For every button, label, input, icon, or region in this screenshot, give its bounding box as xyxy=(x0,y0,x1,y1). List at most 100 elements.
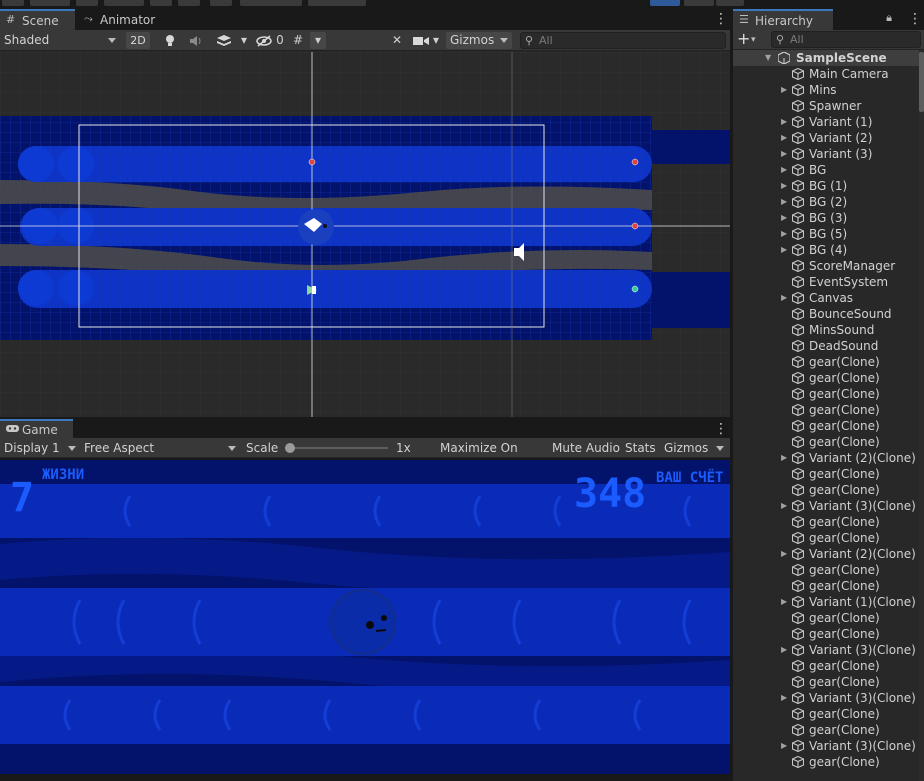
expand-arrow-icon[interactable]: ▶ xyxy=(781,210,791,226)
scene-root-row[interactable]: ▼ SampleScene xyxy=(733,50,919,66)
toolbar-stub[interactable] xyxy=(308,0,366,6)
hierarchy-item[interactable]: gear(Clone) xyxy=(733,722,919,738)
mute-audio-toggle[interactable]: Mute Audio xyxy=(548,438,622,458)
aspect-dropdown[interactable]: Free Aspect xyxy=(80,438,240,458)
shading-mode-dropdown[interactable]: Shaded xyxy=(0,31,120,50)
hierarchy-item[interactable]: gear(Clone) xyxy=(733,562,919,578)
play-button-stub[interactable] xyxy=(650,0,680,6)
expand-arrow-icon[interactable]: ▶ xyxy=(781,162,791,178)
tools-icon[interactable]: ✕ xyxy=(388,32,406,49)
toolbar-stub[interactable] xyxy=(30,0,70,6)
expand-arrow-icon[interactable]: ▶ xyxy=(781,130,791,146)
more-options-icon[interactable]: ⋮ xyxy=(908,10,922,28)
hierarchy-item[interactable]: ▶ Variant (1) xyxy=(733,114,919,130)
hierarchy-item[interactable]: gear(Clone) xyxy=(733,434,919,450)
hierarchy-item[interactable]: gear(Clone) xyxy=(733,466,919,482)
expand-arrow-icon[interactable]: ▶ xyxy=(781,290,791,306)
hierarchy-item[interactable]: gear(Clone) xyxy=(733,658,919,674)
hierarchy-item[interactable]: ▶ Canvas xyxy=(733,290,919,306)
gear-row-bottom[interactable] xyxy=(18,270,652,308)
hierarchy-item[interactable]: ▶ BG xyxy=(733,162,919,178)
hierarchy-item[interactable]: ▶ Variant (3)(Clone) xyxy=(733,498,919,514)
scale-slider-thumb[interactable] xyxy=(285,443,295,453)
hierarchy-search-input[interactable]: ⚲ All xyxy=(771,31,921,48)
lighting-toggle-icon[interactable] xyxy=(160,32,180,49)
expand-arrow-icon[interactable]: ▶ xyxy=(781,146,791,162)
grid-chevron-down-icon[interactable]: ▾ xyxy=(310,32,326,49)
hierarchy-item[interactable]: Main Camera xyxy=(733,66,919,82)
scene-search-input[interactable]: ⚲ All xyxy=(520,32,726,49)
hierarchy-item[interactable]: gear(Clone) xyxy=(733,754,919,770)
hierarchy-item[interactable]: ScoreManager xyxy=(733,258,919,274)
more-options-icon[interactable]: ⋮ xyxy=(714,10,728,28)
scene-viewport[interactable] xyxy=(0,52,730,417)
expand-arrow-icon[interactable]: ▶ xyxy=(781,738,791,754)
spawn-point-gizmo[interactable] xyxy=(308,158,316,166)
hierarchy-item[interactable]: gear(Clone) xyxy=(733,626,919,642)
step-button-stub[interactable] xyxy=(716,0,744,6)
scrollbar-thumb[interactable] xyxy=(919,52,924,112)
toolbar-stub[interactable] xyxy=(2,0,24,6)
toolbar-stub[interactable] xyxy=(240,0,302,6)
add-chevron-down-icon[interactable]: ▾ xyxy=(751,32,756,48)
hierarchy-item[interactable]: ▶ Mins xyxy=(733,82,919,98)
effects-chevron-down-icon[interactable]: ▾ xyxy=(238,32,250,49)
hierarchy-item[interactable]: ▶ Variant (3) xyxy=(733,146,919,162)
hierarchy-scrollbar[interactable] xyxy=(919,50,924,781)
hierarchy-item[interactable]: ▶ Variant (2) xyxy=(733,130,919,146)
tab-game[interactable]: Game xyxy=(0,419,73,438)
hierarchy-item[interactable]: MinsSound xyxy=(733,322,919,338)
hierarchy-item[interactable]: ▶ Variant (3)(Clone) xyxy=(733,642,919,658)
hierarchy-item[interactable]: ▶ BG (2) xyxy=(733,194,919,210)
spawn-point-gizmo[interactable] xyxy=(631,285,639,293)
expand-arrow-icon[interactable]: ▶ xyxy=(781,178,791,194)
hierarchy-item[interactable]: gear(Clone) xyxy=(733,530,919,546)
hierarchy-item[interactable]: BounceSound xyxy=(733,306,919,322)
camera-chevron-down-icon[interactable]: ▾ xyxy=(430,32,442,49)
toolbar-stub[interactable] xyxy=(104,0,144,6)
expand-arrow-icon[interactable]: ▶ xyxy=(781,546,791,562)
toggle-2d-button[interactable]: 2D xyxy=(126,32,150,49)
expand-arrow-icon[interactable]: ▶ xyxy=(781,450,791,466)
hierarchy-item[interactable]: gear(Clone) xyxy=(733,706,919,722)
gear-row-bottom[interactable] xyxy=(0,686,730,744)
toolbar-stub[interactable] xyxy=(76,0,98,6)
camera-icon[interactable] xyxy=(412,32,430,49)
hierarchy-item[interactable]: ▶ Variant (3)(Clone) xyxy=(733,738,919,754)
expand-arrow-icon[interactable]: ▶ xyxy=(781,498,791,514)
gizmos-dropdown[interactable]: Gizmos xyxy=(446,32,512,49)
display-dropdown[interactable]: Display 1 xyxy=(0,438,80,458)
hierarchy-item[interactable]: gear(Clone) xyxy=(733,402,919,418)
game-gizmos-dropdown[interactable]: Gizmos xyxy=(660,438,728,458)
hierarchy-item[interactable]: gear(Clone) xyxy=(733,370,919,386)
gear-row-top[interactable] xyxy=(18,146,652,182)
expand-arrow-icon[interactable]: ▶ xyxy=(781,642,791,658)
expand-arrow-icon[interactable]: ▼ xyxy=(765,50,775,66)
expand-arrow-icon[interactable]: ▶ xyxy=(781,194,791,210)
hierarchy-item[interactable]: gear(Clone) xyxy=(733,354,919,370)
tab-animator[interactable]: ⤳ Animator xyxy=(78,10,158,30)
camera-gizmo-icon[interactable] xyxy=(307,285,317,295)
hierarchy-item[interactable]: ▶ BG (3) xyxy=(733,210,919,226)
toolbar-stub[interactable] xyxy=(150,0,172,6)
maximize-on-play-toggle[interactable]: Maximize On Play xyxy=(436,438,546,475)
toolbar-stub[interactable] xyxy=(178,0,200,6)
hierarchy-item[interactable]: Spawner xyxy=(733,98,919,114)
hierarchy-item[interactable]: ▶ BG (4) xyxy=(733,242,919,258)
hierarchy-item[interactable]: ▶ Variant (2)(Clone) xyxy=(733,546,919,562)
hierarchy-item[interactable]: ▶ Variant (2)(Clone) xyxy=(733,450,919,466)
pause-button-stub[interactable] xyxy=(684,0,714,6)
hierarchy-item[interactable]: gear(Clone) xyxy=(733,418,919,434)
hierarchy-item[interactable]: ▶ BG (5) xyxy=(733,226,919,242)
effects-dropdown-icon[interactable] xyxy=(210,32,238,49)
player-sprite[interactable] xyxy=(298,209,334,245)
expand-arrow-icon[interactable]: ▶ xyxy=(781,690,791,706)
expand-arrow-icon[interactable]: ▶ xyxy=(781,594,791,610)
expand-arrow-icon[interactable]: ▶ xyxy=(781,82,791,98)
hidden-objects-icon[interactable] xyxy=(254,32,274,49)
expand-arrow-icon[interactable]: ▶ xyxy=(781,114,791,130)
expand-arrow-icon[interactable]: ▶ xyxy=(781,226,791,242)
hierarchy-item[interactable]: gear(Clone) xyxy=(733,514,919,530)
expand-arrow-icon[interactable]: ▶ xyxy=(781,242,791,258)
toolbar-stub[interactable] xyxy=(210,0,232,6)
